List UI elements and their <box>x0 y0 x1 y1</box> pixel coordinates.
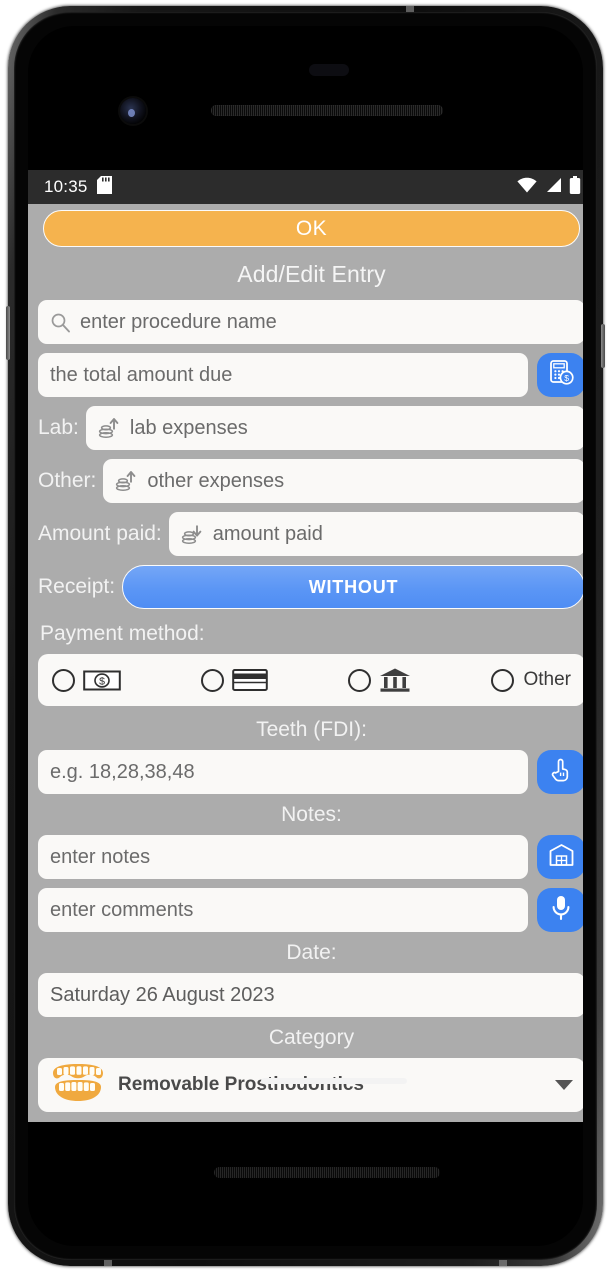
payment-method-label: Payment method: <box>40 622 205 645</box>
coins-up-icon <box>98 417 121 439</box>
other-placeholder: other expenses <box>147 469 285 492</box>
front-camera-icon <box>120 98 146 124</box>
search-icon <box>50 312 71 333</box>
voice-input-button[interactable] <box>537 888 583 932</box>
amount-paid-row: Amount paid: amount paid <box>28 512 583 556</box>
phone-frame: 10:35 OK Add/Edit Entry enter procedure … <box>6 6 605 1266</box>
comments-row: enter comments <box>28 888 583 932</box>
payment-option-other-label: Other <box>523 669 571 690</box>
device-screen: 10:35 OK Add/Edit Entry enter procedure … <box>28 26 583 1246</box>
teeth-row: e.g. 18,28,38,48 <box>28 750 583 794</box>
other-row: Other: other expenses <box>28 459 583 503</box>
date-section-label: Date: <box>286 941 337 964</box>
comments-input[interactable]: enter comments <box>38 888 528 932</box>
battery-icon <box>569 175 581 199</box>
category-selector[interactable]: Removable Prosthodontics <box>38 1058 583 1112</box>
amount-paid-input[interactable]: amount paid <box>168 512 583 556</box>
radio-bank[interactable] <box>348 668 372 692</box>
gesture-bar[interactable] <box>261 1078 407 1084</box>
app-viewport: 10:35 OK Add/Edit Entry enter procedure … <box>28 170 583 1122</box>
payment-option-cash[interactable]: $ <box>52 668 121 692</box>
microphone-icon <box>549 894 573 926</box>
pointing-hand-icon <box>547 756 575 788</box>
calculator-dollar-icon: $ <box>548 359 575 391</box>
teeth-placeholder: e.g. 18,28,38,48 <box>50 760 195 783</box>
payment-option-other[interactable]: Other <box>491 668 571 692</box>
teeth-input[interactable]: e.g. 18,28,38,48 <box>38 750 528 794</box>
notes-row: enter notes <box>28 835 583 879</box>
earpiece-speaker-icon <box>211 105 443 116</box>
total-amount-placeholder: the total amount due <box>50 363 233 386</box>
payment-method-options: $ Other <box>38 654 583 706</box>
procedure-row: enter procedure name <box>28 300 583 344</box>
form-scroll-area[interactable]: OK Add/Edit Entry enter procedure name t… <box>28 210 583 1122</box>
power-button[interactable] <box>601 324 605 368</box>
date-input[interactable]: Saturday 26 August 2023 <box>38 973 583 1017</box>
coins-up-icon <box>115 470 138 492</box>
lab-row: Lab: lab expenses <box>28 406 583 450</box>
comments-placeholder: enter comments <box>50 898 194 921</box>
notes-input[interactable]: enter notes <box>38 835 528 879</box>
radio-card[interactable] <box>201 668 225 692</box>
banknote-icon: $ <box>83 669 121 692</box>
bank-icon <box>379 667 411 693</box>
category-section-label: Category <box>268 1026 355 1049</box>
teeth-section-label: Teeth (FDI): <box>256 718 367 741</box>
coins-down-icon <box>181 523 204 545</box>
receipt-row: Receipt: WITHOUT <box>28 565 583 609</box>
lab-placeholder: lab expenses <box>129 416 248 439</box>
payment-option-bank[interactable] <box>348 667 411 693</box>
page-title: Add/Edit Entry <box>237 261 386 287</box>
payment-option-card[interactable] <box>201 668 268 692</box>
chevron-down-icon[interactable] <box>555 1080 573 1090</box>
other-input[interactable]: other expenses <box>103 459 583 503</box>
total-amount-row: the total amount due $ <box>28 353 583 397</box>
notes-section-label: Notes: <box>281 803 342 826</box>
lab-label: Lab: <box>38 416 79 439</box>
sd-card-icon <box>96 175 112 199</box>
wifi-icon <box>517 177 537 198</box>
radio-other[interactable] <box>491 668 515 692</box>
procedure-input[interactable]: enter procedure name <box>38 300 583 344</box>
signal-icon <box>544 177 562 198</box>
radio-cash[interactable] <box>52 668 75 692</box>
teeth-picker-button[interactable] <box>537 750 583 794</box>
svg-text:$: $ <box>99 675 105 687</box>
calculator-dollar-button[interactable]: $ <box>537 353 583 397</box>
notes-placeholder: enter notes <box>50 845 151 868</box>
credit-card-icon <box>232 668 268 692</box>
frame-inner-ring: 10:35 OK Add/Edit Entry enter procedure … <box>14 12 597 1260</box>
svg-text:$: $ <box>564 373 569 383</box>
total-amount-input[interactable]: the total amount due <box>38 353 528 397</box>
amount-paid-label: Amount paid: <box>38 522 162 545</box>
archive-icon <box>548 842 575 873</box>
status-icons <box>517 175 581 199</box>
other-label: Other: <box>38 469 97 492</box>
date-row: Saturday 26 August 2023 <box>28 973 583 1017</box>
camera-lens-glint <box>128 109 135 117</box>
receipt-label: Receipt: <box>38 575 116 598</box>
amount-paid-placeholder: amount paid <box>212 522 323 545</box>
notch-slot <box>309 64 349 76</box>
volume-button[interactable] <box>6 306 10 360</box>
bottom-speaker-icon <box>214 1167 440 1178</box>
ok-button[interactable]: OK <box>43 210 580 247</box>
date-value: Saturday 26 August 2023 <box>50 983 275 1006</box>
dentures-icon <box>50 1063 106 1108</box>
lab-input[interactable]: lab expenses <box>85 406 583 450</box>
receipt-toggle-button[interactable]: WITHOUT <box>122 565 583 609</box>
status-bar: 10:35 <box>28 170 583 204</box>
notes-archive-button[interactable] <box>537 835 583 879</box>
procedure-placeholder: enter procedure name <box>80 310 277 333</box>
status-time: 10:35 <box>44 177 88 196</box>
